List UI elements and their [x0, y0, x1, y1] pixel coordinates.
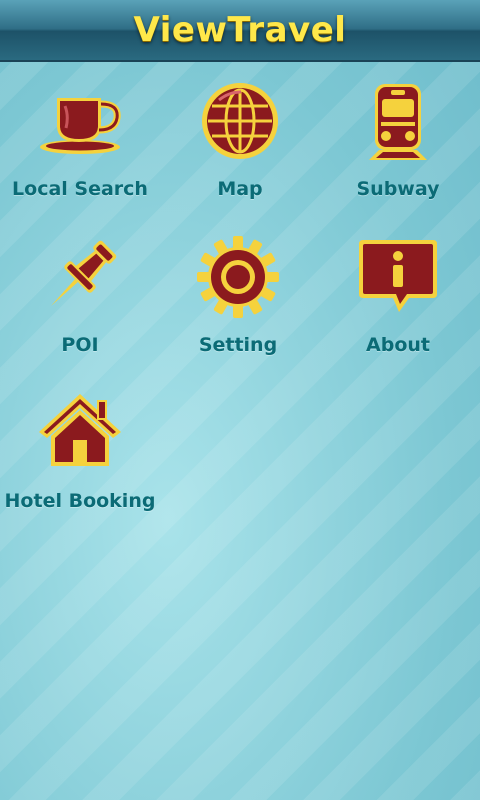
title-bar: ViewTravel [0, 0, 480, 62]
menu-item-about[interactable]: About [318, 218, 478, 368]
pushpin-icon [35, 232, 125, 322]
menu-item-label: Local Search [12, 178, 148, 200]
menu-item-subway[interactable]: Subway [318, 62, 478, 212]
info-icon [353, 232, 443, 322]
menu-item-hotel-booking[interactable]: Hotel Booking [0, 374, 160, 524]
menu-item-label: About [366, 334, 430, 356]
house-icon [35, 388, 125, 478]
menu-item-label: Setting [198, 334, 278, 356]
app-title: ViewTravel [133, 10, 347, 50]
menu-item-poi[interactable]: POI [0, 218, 160, 368]
globe-icon [195, 76, 285, 166]
menu-item-label: POI [61, 334, 99, 356]
coffee-cup-icon [35, 76, 125, 166]
menu-item-setting[interactable]: Setting [158, 218, 318, 368]
gear-icon [193, 232, 283, 322]
menu-item-label: Hotel Booking [4, 490, 156, 512]
menu-item-map[interactable]: Map [160, 62, 320, 212]
train-icon [353, 76, 443, 166]
menu-item-label: Map [217, 178, 263, 200]
menu-item-label: Subway [356, 178, 440, 200]
menu-item-local-search[interactable]: Local Search [0, 62, 160, 212]
